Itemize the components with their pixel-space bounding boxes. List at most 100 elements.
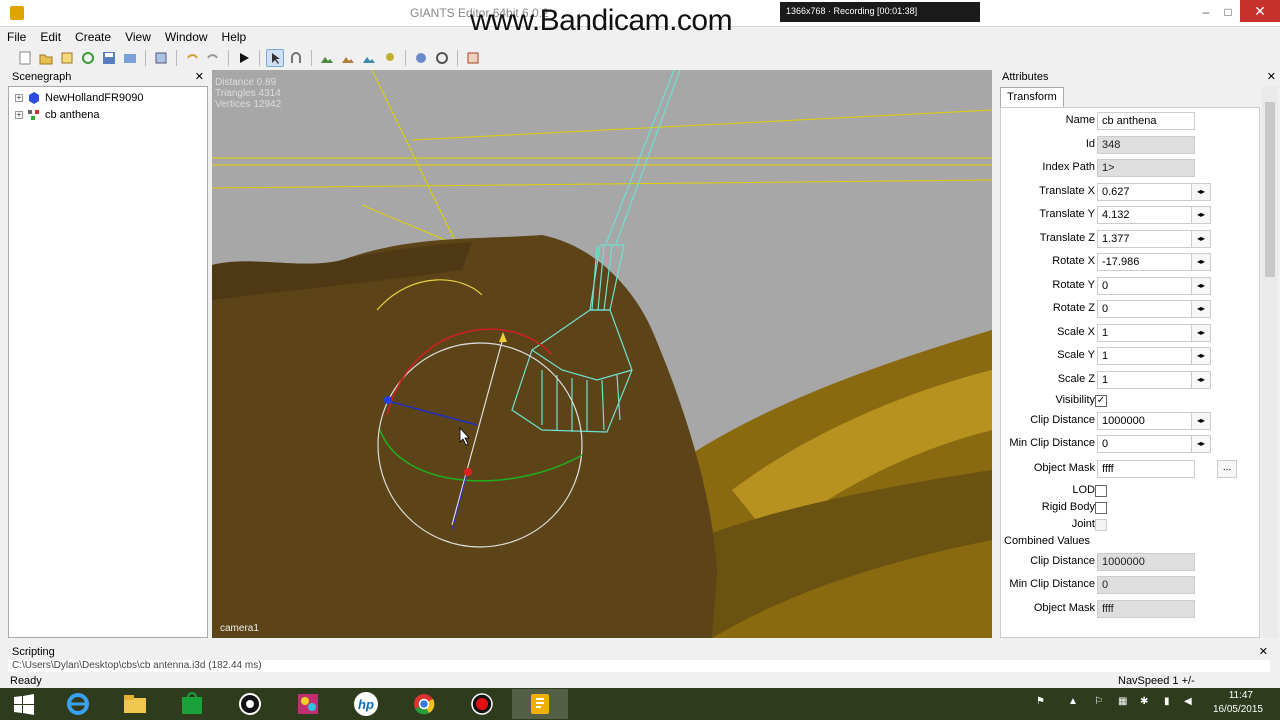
rotate-z-input[interactable]: 0 xyxy=(1097,300,1195,318)
edit-icon[interactable] xyxy=(58,49,76,67)
spin-arrows-icon[interactable]: ◂▸ xyxy=(1191,435,1211,453)
rotate-x-input[interactable]: -17.986 xyxy=(1097,253,1195,271)
scale-z-input[interactable]: 1 xyxy=(1097,371,1195,389)
hp-icon[interactable]: hp xyxy=(338,689,394,719)
field-label: Rotate Y xyxy=(1052,279,1095,291)
translate-z-input[interactable]: 1.377 xyxy=(1097,230,1195,248)
terrain-icon[interactable] xyxy=(318,49,336,67)
combined-clip-distance-value: 1000000 xyxy=(1097,553,1195,571)
attributes-scrollbar[interactable] xyxy=(1262,86,1278,638)
spin-arrows-icon[interactable]: ◂▸ xyxy=(1191,230,1211,248)
tree-item-cb-anthena[interactable]: + cb anthena xyxy=(15,108,99,122)
field-label: Min Clip Distance xyxy=(1009,437,1095,449)
spin-arrows-icon[interactable]: ◂▸ xyxy=(1191,277,1211,295)
field-label: Translate X xyxy=(1039,185,1095,197)
maximize-button[interactable]: □ xyxy=(1218,5,1238,21)
field-combined-clip-distance: Clip Distance 1000000 xyxy=(1001,552,1261,572)
attributes-close-icon[interactable]: ✕ xyxy=(1267,70,1276,84)
menu-file[interactable]: File xyxy=(0,28,33,46)
spin-arrows-icon[interactable]: ◂▸ xyxy=(1191,371,1211,389)
name-input[interactable]: cb anthena xyxy=(1097,112,1195,130)
paint-app-icon[interactable] xyxy=(280,689,336,719)
sync-tray-icon[interactable]: ✱ xyxy=(1140,696,1148,707)
ie-icon[interactable] xyxy=(50,689,106,719)
chrome-icon[interactable] xyxy=(396,689,452,719)
spin-arrows-icon[interactable]: ◂▸ xyxy=(1191,206,1211,224)
giants-editor-icon[interactable] xyxy=(512,689,568,719)
minimize-button[interactable]: – xyxy=(1196,5,1216,21)
visibility-checkbox[interactable]: ✓ xyxy=(1095,395,1107,407)
spin-arrows-icon[interactable]: ◂▸ xyxy=(1191,347,1211,365)
tray-arrow-icon[interactable]: ▲ xyxy=(1068,696,1078,707)
scale-x-input[interactable]: 1 xyxy=(1097,324,1195,342)
spin-arrows-icon[interactable]: ◂▸ xyxy=(1191,183,1211,201)
clock-date[interactable]: 16/05/2015 xyxy=(1207,704,1263,715)
stat-triangles: Triangles 4314 xyxy=(215,88,281,99)
explorer-icon[interactable] xyxy=(107,689,163,719)
volume-icon[interactable]: ◀ xyxy=(1184,696,1192,707)
field-label: Object Mask xyxy=(1033,602,1095,614)
tree-item-newholland[interactable]: + NewHollandFR9090 xyxy=(15,91,143,105)
rotate-y-input[interactable]: 0 xyxy=(1097,277,1195,295)
foliage-icon[interactable] xyxy=(360,49,378,67)
clock-time[interactable]: 11:47 xyxy=(1207,690,1253,701)
sync-icon[interactable] xyxy=(433,49,451,67)
magnet-icon[interactable] xyxy=(287,49,305,67)
open-icon[interactable] xyxy=(37,49,55,67)
expand-icon[interactable]: + xyxy=(15,111,23,119)
scale-y-input[interactable]: 1 xyxy=(1097,347,1195,365)
record-icon[interactable] xyxy=(454,689,510,719)
rigid-body-checkbox[interactable] xyxy=(1095,502,1107,514)
select-icon[interactable] xyxy=(266,49,284,67)
index-path-input: 1> xyxy=(1097,159,1195,177)
expand-icon[interactable]: + xyxy=(15,94,23,102)
field-label: Joint xyxy=(1071,518,1095,530)
section-title: Combined Values xyxy=(1004,535,1091,547)
play-icon[interactable] xyxy=(235,49,253,67)
scenegraph-tree[interactable]: + NewHollandFR9090 + cb anthena xyxy=(8,86,208,638)
tab-transform[interactable]: Transform xyxy=(1000,87,1064,107)
paint-icon[interactable] xyxy=(339,49,357,67)
spin-arrows-icon[interactable]: ◂▸ xyxy=(1191,253,1211,271)
scenegraph-close-icon[interactable]: ✕ xyxy=(195,70,204,84)
scrollbar-thumb[interactable] xyxy=(1265,102,1275,277)
spin-arrows-icon[interactable]: ◂▸ xyxy=(1191,300,1211,318)
menu-help[interactable]: Help xyxy=(215,28,254,46)
spin-arrows-icon[interactable]: ◂▸ xyxy=(1191,324,1211,342)
clip-distance-input[interactable]: 1000000 xyxy=(1097,412,1195,430)
script-icon[interactable] xyxy=(464,49,482,67)
menu-create[interactable]: Create xyxy=(68,28,118,46)
field-rotate-x: Rotate X -17.986 ◂▸ xyxy=(1001,252,1261,272)
notification-flag-icon[interactable]: ⚑ xyxy=(1036,696,1045,707)
start-icon[interactable] xyxy=(0,689,48,719)
min-clip-distance-input[interactable]: 0 xyxy=(1097,435,1195,453)
import-icon[interactable] xyxy=(152,49,170,67)
close-button[interactable]: ✕ xyxy=(1240,0,1280,22)
refresh-icon[interactable] xyxy=(79,49,97,67)
save-icon[interactable] xyxy=(100,49,118,67)
spin-arrows-icon[interactable]: ◂▸ xyxy=(1191,412,1211,430)
translate-x-input[interactable]: 0.627 xyxy=(1097,183,1195,201)
settings-icon[interactable] xyxy=(412,49,430,67)
menu-window[interactable]: Window xyxy=(158,28,215,46)
plant-icon[interactable] xyxy=(381,49,399,67)
network-icon[interactable]: ▦ xyxy=(1118,696,1127,707)
menu-view[interactable]: View xyxy=(118,28,158,46)
translate-y-input[interactable]: 4.132 xyxy=(1097,206,1195,224)
media-icon[interactable] xyxy=(222,689,278,719)
script-log[interactable]: C:\Users\Dylan\Desktop\cbs\cb antenna.i3… xyxy=(8,660,1270,672)
menu-edit[interactable]: Edit xyxy=(33,28,68,46)
export-icon[interactable] xyxy=(121,49,139,67)
store-icon[interactable] xyxy=(164,689,220,719)
redo-icon[interactable] xyxy=(204,49,222,67)
object-mask-edit-button[interactable]: ... xyxy=(1217,460,1237,478)
flag-icon[interactable]: ⚐ xyxy=(1094,696,1103,707)
scripting-close-icon[interactable]: ✕ xyxy=(1259,645,1268,659)
new-icon[interactable] xyxy=(16,49,34,67)
field-visibility: Visibility ✓ xyxy=(1001,391,1261,411)
3d-viewport[interactable]: Distance 0.89 Triangles 4314 Vertices 12… xyxy=(212,70,992,638)
undo-icon[interactable] xyxy=(183,49,201,67)
lod-checkbox[interactable] xyxy=(1095,485,1107,497)
object-mask-input[interactable]: ffff xyxy=(1097,460,1195,478)
battery-icon[interactable]: ▮ xyxy=(1164,696,1170,707)
